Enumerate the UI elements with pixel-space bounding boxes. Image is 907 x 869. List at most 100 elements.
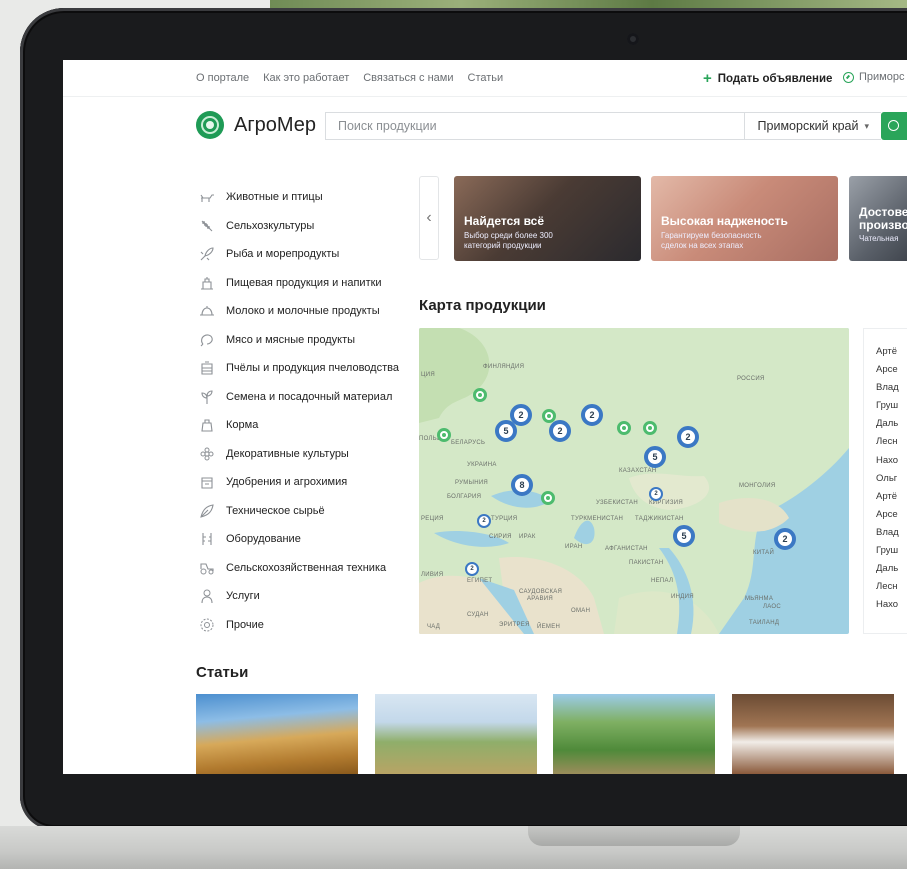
city-item[interactable]: Влад: [876, 527, 907, 545]
map-cluster[interactable]: 5: [644, 446, 666, 468]
map-marker[interactable]: [643, 421, 657, 435]
map-label: РЕЦИЯ: [421, 516, 444, 522]
chevron-down-icon: ▾: [864, 120, 869, 131]
banner-everything[interactable]: Найдется всё Выбор среди более 300 катего…: [454, 176, 641, 261]
article-card-orchard[interactable]: [553, 694, 715, 774]
map-cluster[interactable]: 2: [774, 528, 796, 550]
search-button[interactable]: [881, 112, 907, 140]
category-label: Пчёлы и продукция пчеловодства: [226, 362, 399, 375]
map-cluster[interactable]: 2: [465, 562, 479, 576]
category-label: Животные и птицы: [226, 191, 323, 204]
map-cluster[interactable]: 2: [649, 487, 663, 501]
city-item[interactable]: Груш: [876, 400, 907, 418]
wheat-icon: [198, 218, 216, 234]
region-select[interactable]: Приморский край ▾: [743, 113, 881, 139]
map-cluster[interactable]: 2: [677, 426, 699, 448]
category-animals[interactable]: Животные и птицы: [198, 183, 408, 212]
map-cluster[interactable]: 2: [549, 420, 571, 442]
search-input[interactable]: [326, 119, 744, 133]
map-cluster[interactable]: 2: [477, 514, 491, 528]
category-label: Прочие: [226, 618, 264, 631]
category-label: Сельхозкультуры: [226, 219, 315, 232]
map-cluster[interactable]: 5: [495, 420, 517, 442]
category-fertilizers[interactable]: Удобрения и агрохимия: [198, 468, 408, 497]
article-card-cows[interactable]: [732, 694, 894, 774]
banner-reliability[interactable]: Высокая надженость Гарантируем безопасно…: [651, 176, 838, 261]
city-item[interactable]: Артё: [876, 346, 907, 364]
city-item[interactable]: Даль: [876, 418, 907, 436]
category-seeds[interactable]: Семена и посадочный материал: [198, 383, 408, 412]
category-bees[interactable]: Пчёлы и продукция пчеловодства: [198, 354, 408, 383]
category-food[interactable]: Пищевая продукция и напитки: [198, 269, 408, 298]
city-item[interactable]: Артё: [876, 491, 907, 509]
laptop-base: [0, 826, 907, 869]
category-label: Корма: [226, 419, 259, 432]
map-label: ТУРКМЕНИСТАН: [571, 516, 624, 522]
nav-how-it-works-link[interactable]: Как это работает: [263, 72, 349, 84]
map-label: ТАИЛАНД: [749, 620, 780, 626]
city-item[interactable]: Ольг: [876, 473, 907, 491]
category-services[interactable]: Услуги: [198, 582, 408, 611]
category-decorative[interactable]: Декоративные культуры: [198, 440, 408, 469]
meat-icon: [198, 332, 216, 348]
article-card-wheat[interactable]: [196, 694, 358, 774]
map-section-title: Карта продукции: [419, 297, 546, 314]
category-milk[interactable]: Молоко и молочные продукты: [198, 297, 408, 326]
map-marker[interactable]: [473, 388, 487, 402]
leaf-icon: [198, 503, 216, 519]
logo-text: АгроМер: [234, 113, 317, 136]
category-raw-materials[interactable]: Техническое сырьё: [198, 497, 408, 526]
city-item[interactable]: Лесн: [876, 436, 907, 454]
post-ad-button[interactable]: + Подать объявление: [703, 71, 832, 86]
map-label: БЕЛАРУСЬ: [451, 440, 486, 446]
map-cluster[interactable]: 5: [673, 525, 695, 547]
services-icon: [198, 588, 216, 604]
compass-icon: [843, 71, 854, 83]
category-label: Декоративные культуры: [226, 447, 349, 460]
nav-about-link[interactable]: О портале: [196, 72, 249, 84]
map-label: ОМАН: [571, 608, 591, 614]
category-label: Оборудование: [226, 533, 301, 546]
map-label: РОССИЯ: [737, 376, 765, 382]
city-item[interactable]: Груш: [876, 545, 907, 563]
map-label: МЬЯНМА: [745, 596, 774, 602]
map-label: ТАДЖИКИСТАН: [635, 516, 684, 522]
category-label: Молоко и молочные продукты: [226, 305, 380, 318]
city-item[interactable]: Арсе: [876, 509, 907, 527]
product-map[interactable]: ФИНЛЯНДИЯ РОССИЯ ЦИЯ ПОЛЬША БЕЛАРУСЬ УКР…: [419, 328, 849, 634]
nav-contact-link[interactable]: Связаться с нами: [363, 72, 453, 84]
map-label: МОНГОЛИЯ: [739, 483, 776, 489]
map-label: ЧАД: [427, 624, 441, 630]
category-meat[interactable]: Мясо и мясные продукты: [198, 326, 408, 355]
map-cluster[interactable]: 8: [511, 474, 533, 496]
site-logo[interactable]: АгроМер: [196, 111, 316, 139]
category-feed[interactable]: Корма: [198, 411, 408, 440]
city-item[interactable]: Арсе: [876, 364, 907, 382]
city-item[interactable]: Лесн: [876, 581, 907, 599]
map-marker[interactable]: [437, 428, 451, 442]
category-machinery[interactable]: Сельскохозяйственная техника: [198, 554, 408, 583]
slider-prev-button[interactable]: ‹: [419, 176, 439, 260]
category-other[interactable]: Прочие: [198, 611, 408, 640]
logo-icon: [196, 111, 224, 139]
map-label: САУДОВСКАЯ: [519, 589, 563, 595]
city-list: Артё Арсе Влад Груш Даль Лесн Нахо Ольг …: [863, 328, 907, 634]
banner-producers[interactable]: Достове произво Чательная: [849, 176, 907, 261]
nav-articles-link[interactable]: Статьи: [468, 72, 504, 84]
map-label: ЕГИПЕТ: [467, 578, 493, 584]
city-item[interactable]: Нахо: [876, 599, 907, 617]
map-marker[interactable]: [617, 421, 631, 435]
category-fish[interactable]: Рыба и морепродукты: [198, 240, 408, 269]
region-link[interactable]: Приморс: [843, 71, 904, 83]
category-equipment[interactable]: Оборудование: [198, 525, 408, 554]
banner-subtitle: Гарантируем безопасность сделок на всех э…: [661, 231, 762, 250]
map-label: ПАКИСТАН: [629, 560, 664, 566]
city-item[interactable]: Влад: [876, 382, 907, 400]
article-card-tractor[interactable]: [375, 694, 537, 774]
city-item[interactable]: Нахо: [876, 455, 907, 473]
map-label: СУДАН: [467, 612, 489, 618]
city-item[interactable]: Даль: [876, 563, 907, 581]
map-marker[interactable]: [541, 491, 555, 505]
map-cluster[interactable]: 2: [581, 404, 603, 426]
category-crops[interactable]: Сельхозкультуры: [198, 212, 408, 241]
